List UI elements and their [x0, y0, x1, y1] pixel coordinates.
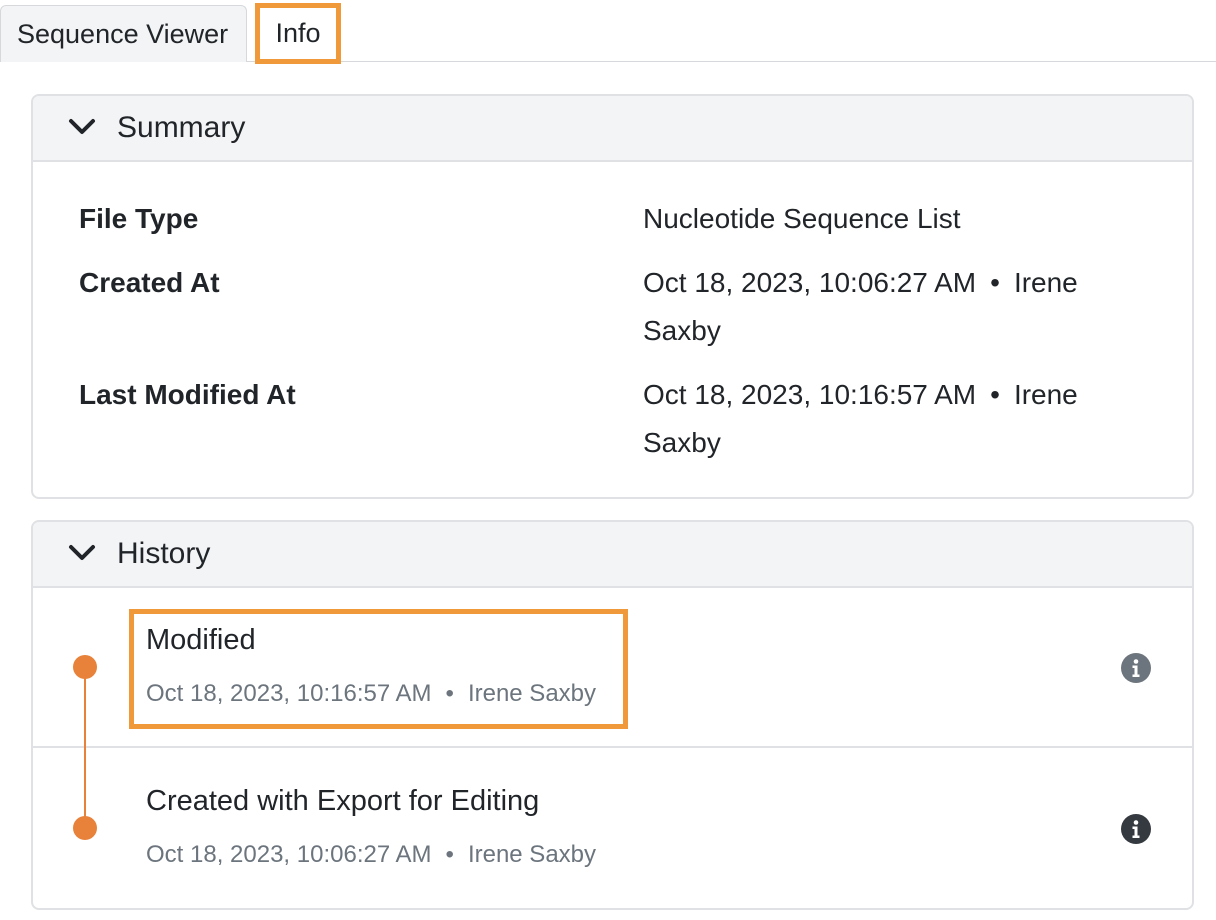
file-type-value: Nucleotide Sequence List	[643, 203, 961, 234]
tab-info[interactable]: Info	[255, 3, 341, 64]
history-entry-date: Oct 18, 2023, 10:16:57 AM	[146, 680, 432, 707]
history-title: History	[117, 537, 211, 570]
created-at-date: Oct 18, 2023, 10:06:27 AM	[643, 267, 977, 298]
info-circle-icon[interactable]	[1120, 813, 1152, 845]
history-entry-meta: Oct 18, 2023, 10:06:27 AM • Irene Saxby	[146, 843, 596, 867]
chevron-down-icon	[69, 119, 95, 134]
separator-dot: •	[445, 841, 454, 868]
history-entry-user: Irene Saxby	[467, 680, 597, 707]
tab-info-label: Info	[275, 18, 321, 48]
last-modified-date: Oct 18, 2023, 10:16:57 AM	[643, 379, 977, 410]
timeline-dot	[73, 816, 97, 840]
info-circle-icon[interactable]	[1120, 652, 1152, 684]
tab-sequence-viewer-label: Sequence Viewer	[17, 18, 229, 49]
tab-bar: Sequence Viewer Info	[0, 0, 1216, 64]
history-panel: History Modified Oct 18, 2023, 10:16:57 …	[31, 520, 1194, 910]
created-at-value: Oct 18, 2023, 10:06:27 AM • Irene Saxby	[643, 259, 1163, 355]
history-entry-date: Oct 18, 2023, 10:06:27 AM	[146, 841, 432, 868]
last-modified-user-cont: Saxby	[643, 427, 721, 458]
last-modified-user: Irene	[1013, 379, 1078, 410]
last-modified-label: Last Modified At	[79, 379, 296, 410]
chevron-down-icon	[69, 545, 95, 560]
file-type-label: File Type	[79, 203, 199, 234]
separator-dot: •	[990, 379, 1000, 410]
history-entry-meta: Oct 18, 2023, 10:16:57 AM • Irene Saxby	[146, 682, 596, 706]
timeline-dot	[73, 655, 97, 679]
separator-dot: •	[445, 680, 454, 707]
summary-header[interactable]: Summary	[33, 96, 1192, 162]
summary-title: Summary	[117, 111, 246, 144]
history-header[interactable]: History	[33, 522, 1192, 588]
created-at-label: Created At	[79, 267, 220, 298]
last-modified-value: Oct 18, 2023, 10:16:57 AM • Irene Saxby	[643, 371, 1163, 467]
history-entry-user: Irene Saxby	[467, 841, 597, 868]
tab-sequence-viewer[interactable]: Sequence Viewer	[0, 5, 247, 62]
history-entry	[33, 748, 1192, 908]
separator-dot: •	[990, 267, 1000, 298]
history-entry-title: Modified	[146, 624, 256, 656]
history-entry-title: Created with Export for Editing	[146, 785, 540, 817]
created-at-user: Irene	[1013, 267, 1078, 298]
created-at-user-cont: Saxby	[643, 315, 721, 346]
summary-panel: Summary File Type Nucleotide Sequence Li…	[31, 94, 1194, 499]
timeline-line	[84, 667, 86, 829]
